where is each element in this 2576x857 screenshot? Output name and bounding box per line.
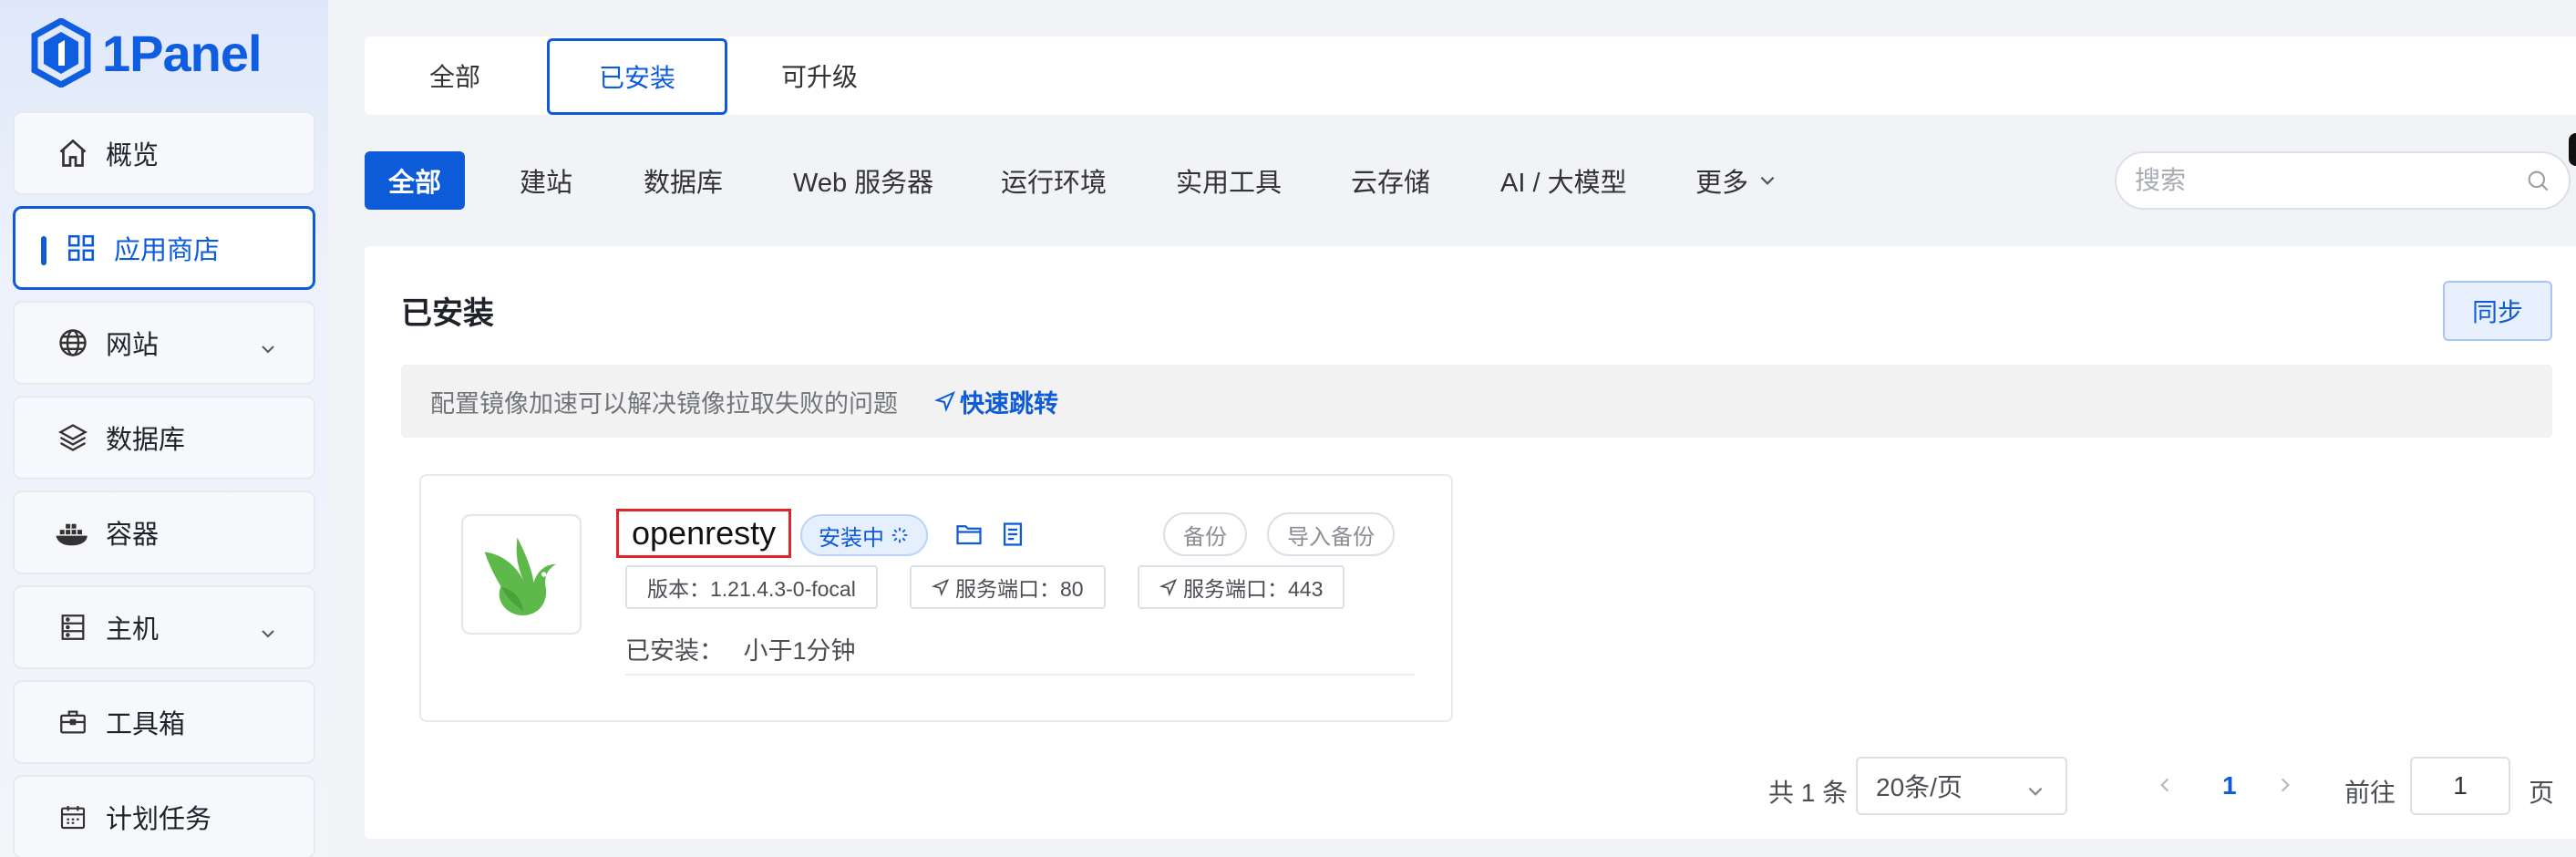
port-label: 服务端口：443 [1183,577,1324,601]
sidebar-item-container[interactable]: 容器 [13,490,315,574]
sidebar-item-website[interactable]: 网站 [13,301,315,385]
sidebar-item-label: 概览 [106,141,160,170]
sidebar: 1Panel 概览 应用商店 网站 数据库 容器 主机 工具箱 计划任务 [0,0,328,857]
home-icon [55,135,91,171]
sidebar-item-label: 计划任务 [106,805,212,834]
version-tag: 版本：1.21.4.3-0-focal [625,565,878,609]
chevron-down-icon [259,336,277,366]
server-icon [55,609,91,645]
app-card[interactable]: openresty 安装中 备份 导入备份 版本：1.21.4.3-0-foca… [419,474,1453,722]
category-ai[interactable]: AI / 大模型 [1500,151,1627,210]
sidebar-item-overview[interactable]: 概览 [13,111,315,195]
brand-logo[interactable]: 1Panel [31,15,263,91]
sidebar-item-app-store[interactable]: 应用商店 [13,206,315,290]
goto-label: 前往 [2344,779,2396,807]
apps-grid-icon [63,230,99,266]
import-backup-button[interactable]: 导入备份 [1267,512,1395,556]
sidebar-item-label: 容器 [106,521,160,550]
divider [625,674,1415,676]
sidebar-item-label: 主机 [106,615,160,645]
page-number-current[interactable]: 1 [2222,771,2237,800]
installed-value: 小于1分钟 [743,637,856,665]
installed-time: 已安装： 小于1分钟 [625,631,856,666]
docker-icon [55,514,91,551]
port-tag-443[interactable]: 服务端口：443 [1138,565,1345,609]
port-tag-80[interactable]: 服务端口：80 [910,565,1106,609]
page-size-select[interactable]: 20条/页 [1856,757,2067,815]
search-input[interactable] [2135,166,2525,195]
quick-jump-label: 快速跳转 [960,389,1058,418]
document-icon[interactable] [1001,521,1025,552]
logo-icon [31,18,91,88]
port-label: 服务端口：80 [955,577,1084,601]
prev-page-button[interactable] [2155,775,2175,800]
pagination-total: 共 1 条 [1768,779,1849,807]
sidebar-item-scheduled-tasks[interactable]: 计划任务 [13,775,315,857]
send-arrow-icon [932,578,950,596]
calendar-icon [55,799,91,835]
sidebar-item-label: 应用商店 [114,236,221,265]
tab-upgradable[interactable]: 可升级 [729,36,910,115]
toolbox-icon [55,704,91,740]
category-more[interactable]: 更多 [1695,151,1777,210]
notice-text: 配置镜像加速可以解决镜像拉取失败的问题 [430,389,898,418]
category-utilities[interactable]: 实用工具 [1176,151,1282,210]
installed-panel: 已安装 同步 配置镜像加速可以解决镜像拉取失败的问题 快速跳转 openrest… [365,246,2576,839]
status-badge: 安装中 [800,514,928,556]
goto-page-input[interactable] [2410,757,2510,815]
category-more-label: 更多 [1695,169,1749,198]
active-indicator [41,236,46,265]
chevron-down-icon [259,620,277,650]
chevron-down-icon [1757,170,1777,191]
chevron-down-icon [2025,779,2045,808]
tab-installed[interactable]: 已安装 [547,38,727,115]
sync-button[interactable]: 同步 [2443,281,2552,341]
layers-icon [55,419,91,456]
floating-handle[interactable] [2569,133,2576,166]
category-runtime[interactable]: 运行环境 [1001,151,1107,210]
loading-spinner-icon [890,525,910,545]
sidebar-item-label: 工具箱 [106,710,186,739]
category-all[interactable]: 全部 [365,151,466,210]
mirror-notice: 配置镜像加速可以解决镜像拉取失败的问题 快速跳转 [401,365,2552,438]
backup-button[interactable]: 备份 [1163,512,1247,556]
pagination: 共 1 条 20条/页 1 前往 页 [365,757,2576,817]
sidebar-item-label: 数据库 [106,426,186,455]
tab-all[interactable]: 全部 [365,36,545,115]
next-page-button[interactable] [2275,775,2295,800]
page-size-value: 20条/页 [1876,773,1963,801]
sidebar-item-toolbox[interactable]: 工具箱 [13,680,315,764]
category-database[interactable]: 数据库 [644,151,723,210]
sidebar-item-database[interactable]: 数据库 [13,396,315,480]
app-name[interactable]: openresty [616,509,792,558]
sidebar-item-host[interactable]: 主机 [13,585,315,669]
category-site[interactable]: 建站 [520,151,572,210]
folder-icon[interactable] [955,521,983,552]
sidebar-item-label: 网站 [106,331,160,360]
status-label: 安装中 [819,525,884,551]
brand-name: 1Panel [102,24,263,82]
top-tabs: 全部 已安装 可升级 [365,36,2576,115]
send-arrow-icon [1159,578,1178,596]
globe-icon [55,325,91,361]
quick-jump-link[interactable]: 快速跳转 [934,384,1058,419]
installed-label: 已安装： [625,637,724,665]
search-box[interactable] [2115,151,2571,210]
send-arrow-icon [934,390,956,412]
page-title: 已安装 [401,296,494,331]
openresty-logo-icon [461,514,582,635]
search-icon[interactable] [2525,168,2550,193]
category-cloud-storage[interactable]: 云存储 [1351,151,1430,210]
page-suffix: 页 [2529,779,2555,807]
category-web-server[interactable]: Web 服务器 [793,151,933,210]
